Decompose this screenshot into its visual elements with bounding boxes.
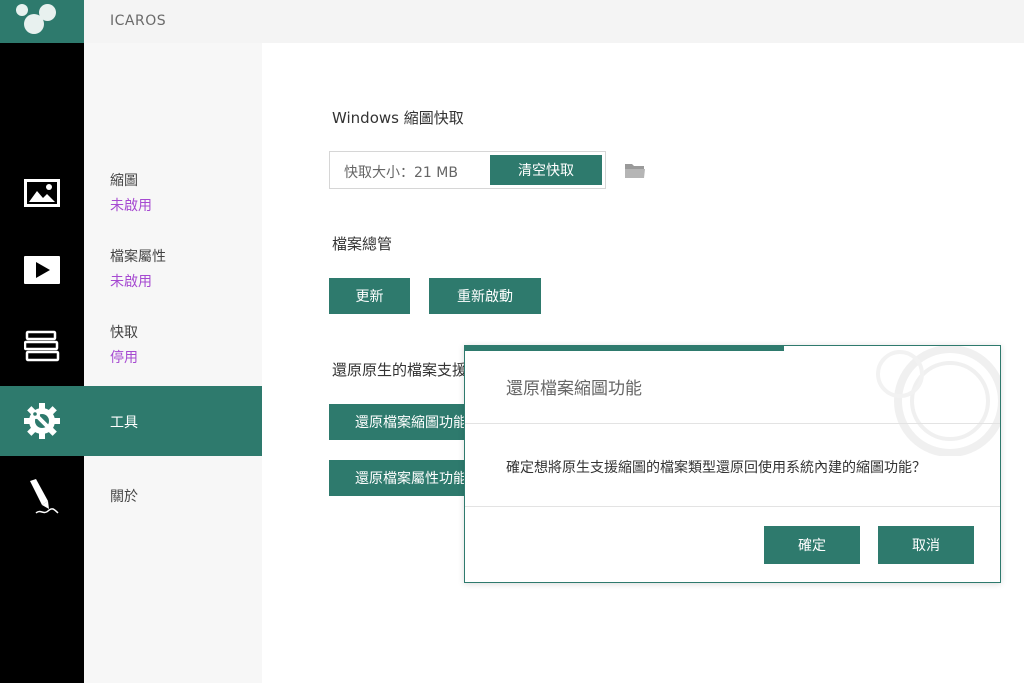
clear-cache-button[interactable]: 清空快取	[490, 155, 602, 185]
restore-section-title: 還原原生的檔案支援	[332, 361, 468, 379]
sidebar-item-thumbnails[interactable]: 縮圖 未啟用	[84, 163, 262, 219]
dialog-message: 確定想將原生支援縮圖的檔案類型還原回使用系統內建的縮圖功能？	[506, 460, 926, 476]
sidebar-item-label: 關於	[110, 489, 138, 505]
restore-thumbnails-dialog: 還原檔案縮圖功能 確定想將原生支援縮圖的檔案類型還原回使用系統內建的縮圖功能？ …	[464, 345, 1001, 583]
sidebar-item-about[interactable]: 關於	[84, 479, 262, 515]
sidebar-item-label: 快取	[110, 325, 138, 341]
title-bar: ICAROS	[84, 0, 1024, 43]
dialog-divider-bottom	[465, 506, 1000, 507]
rail-item-thumbnails[interactable]	[0, 158, 84, 228]
sidebar-item-label: 工具	[110, 415, 138, 431]
sidebar-item-cache[interactable]: 快取 停用	[84, 315, 262, 371]
ok-button[interactable]: 確定	[764, 526, 860, 564]
sidebar-item-status: 未啟用	[110, 274, 152, 290]
app-logo	[0, 0, 84, 43]
cache-size-text: 快取大小：21 MB	[344, 165, 458, 181]
sidebar: 縮圖 未啟用 檔案屬性 未啟用 快取 停用 工具 關於	[84, 43, 262, 683]
logo-dot-small	[16, 4, 28, 16]
explorer-section-title: 檔案總管	[332, 235, 393, 253]
gear-wrench-icon	[24, 403, 60, 439]
dialog-title: 還原檔案縮圖功能	[506, 379, 642, 399]
cache-section-title: Windows 縮圖快取	[332, 109, 464, 127]
cancel-button[interactable]: 取消	[878, 526, 974, 564]
sidebar-item-properties[interactable]: 檔案屬性 未啟用	[84, 239, 262, 295]
sidebar-item-tools[interactable]: 工具	[84, 386, 262, 456]
sidebar-item-status: 停用	[110, 350, 138, 366]
rail-item-tools[interactable]	[0, 386, 84, 456]
icon-rail	[0, 43, 84, 683]
sidebar-item-label: 檔案屬性	[110, 249, 166, 265]
app-title: ICAROS	[110, 13, 167, 29]
stack-books-icon	[24, 330, 60, 362]
rail-item-about[interactable]	[0, 463, 84, 533]
dialog-progress-bar	[465, 346, 784, 351]
rail-item-cache[interactable]	[0, 311, 84, 381]
video-play-icon	[24, 256, 60, 284]
cache-size-box: 快取大小：21 MB 清空快取	[329, 151, 606, 189]
rail-item-properties[interactable]	[0, 235, 84, 305]
folder-icon[interactable]	[624, 161, 646, 183]
sidebar-item-label: 縮圖	[110, 173, 138, 189]
restart-button[interactable]: 重新啟動	[429, 278, 541, 314]
dialog-divider-top	[465, 423, 1000, 424]
dialog-decoration	[876, 346, 1000, 456]
logo-dot-medium	[39, 4, 56, 21]
image-icon	[24, 179, 60, 207]
pen-signature-icon	[30, 479, 59, 514]
sidebar-item-status: 未啟用	[110, 198, 152, 214]
refresh-button[interactable]: 更新	[329, 278, 410, 314]
